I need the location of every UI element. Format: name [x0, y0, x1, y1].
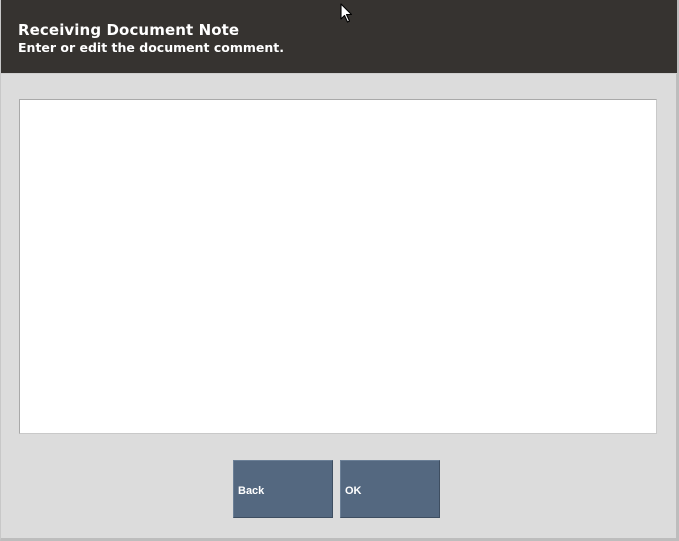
page-subtitle: Enter or edit the document comment. — [18, 40, 284, 55]
mouse-pointer-icon — [340, 3, 353, 23]
header-divider — [1, 73, 677, 74]
back-button[interactable]: Back — [233, 460, 333, 518]
page-title: Receiving Document Note — [18, 21, 240, 39]
dialog-header: Receiving Document Note Enter or edit th… — [1, 0, 677, 73]
receiving-document-note-dialog: Receiving Document Note Enter or edit th… — [0, 0, 679, 541]
document-comment-textarea[interactable] — [19, 99, 657, 434]
ok-button[interactable]: OK — [340, 460, 440, 518]
